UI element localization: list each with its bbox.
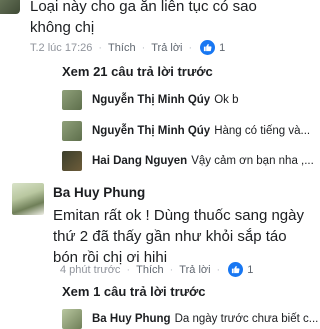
view-previous-replies-link[interactable]: Xem 1 câu trả lời trước — [62, 284, 206, 299]
separator: · — [188, 41, 193, 54]
reply-author[interactable]: Nguyễn Thị Minh Qúy — [92, 94, 210, 106]
comment-meta: 4 phút trước · Thích · Trả lời · 1 — [60, 262, 253, 277]
like-count[interactable]: 1 — [219, 42, 225, 54]
like-link[interactable]: Thích — [136, 264, 164, 276]
comment-text-line: Emitan rất ok ! Dùng thuốc sang ngày — [53, 207, 304, 224]
list-item: Nguyễn Thị Minh Qúy Ok b — [62, 90, 239, 110]
comment-author[interactable]: Ba Huy Phung — [53, 185, 145, 200]
reply-text: Vậy cảm ơn bạn nha ,... — [191, 155, 314, 167]
reply-text: Hàng có tiếng và... — [214, 125, 311, 137]
reply-author[interactable]: Hai Dang Nguyen — [92, 155, 187, 167]
view-previous-replies-link[interactable]: Xem 21 câu trả lời trước — [62, 64, 213, 79]
comment-text-line: thứ 2 đã thấy gần như khỏi sắp táo — [53, 228, 287, 245]
list-item: Nguyễn Thị Minh Qúy Hàng có tiếng và... — [62, 121, 310, 141]
avatar[interactable] — [12, 183, 44, 215]
avatar[interactable] — [0, 0, 20, 14]
reply-link[interactable]: Trả lời — [151, 42, 182, 54]
avatar[interactable] — [62, 151, 82, 171]
like-link[interactable]: Thích — [108, 42, 136, 54]
reply-text: Da ngày trước chưa biết c... — [174, 313, 319, 325]
reply-text: Ok b — [214, 94, 239, 106]
list-item: Hai Dang Nguyen Vậy cảm ơn bạn nha ,... — [62, 151, 314, 171]
avatar[interactable] — [62, 121, 82, 141]
like-count[interactable]: 1 — [247, 264, 253, 276]
comment-timestamp: 4 phút trước — [60, 263, 121, 276]
avatar[interactable] — [62, 90, 82, 110]
comment-text-line: không chị — [30, 19, 95, 36]
list-item: Ba Huy Phung Da ngày trước chưa biết c..… — [62, 309, 318, 329]
comment-timestamp: T.2 lúc 17:26 — [30, 41, 93, 54]
reply-author[interactable]: Ba Huy Phung — [92, 313, 171, 325]
separator: · — [216, 263, 221, 276]
separator: · — [126, 263, 131, 276]
separator: · — [141, 41, 146, 54]
reply-link[interactable]: Trả lời — [179, 264, 210, 276]
separator: · — [98, 41, 103, 54]
comment-meta: T.2 lúc 17:26 · Thích · Trả lời · 1 — [30, 40, 225, 55]
comment-text-line: Loại này cho ga ăn liên tục có sao — [30, 0, 257, 15]
separator: · — [169, 263, 174, 276]
thumbs-up-icon — [200, 40, 216, 55]
thumbs-up-icon — [228, 262, 244, 277]
avatar[interactable] — [62, 309, 82, 329]
reply-author[interactable]: Nguyễn Thị Minh Qúy — [92, 125, 210, 137]
